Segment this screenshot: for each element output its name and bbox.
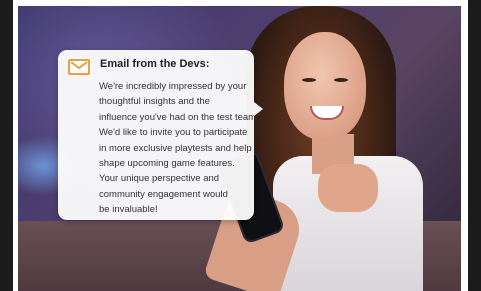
email-body-line: in more exclusive playtests and help	[99, 142, 252, 154]
scene-illustration: Email from the Devs: We're incredibly im…	[18, 6, 461, 291]
email-body-line: Your unique perspective and	[99, 173, 220, 185]
character-hand	[318, 164, 378, 212]
bubble-tail	[254, 102, 263, 116]
email-body-line: We'd like to invite you to participate	[99, 127, 248, 139]
left-eye	[302, 78, 316, 82]
email-body: We're incredibly impressed by your thoug…	[99, 79, 257, 218]
smile	[310, 106, 344, 120]
right-eye	[334, 78, 348, 82]
email-body-line: thoughtful insights and the	[99, 96, 210, 108]
envelope-icon	[68, 59, 90, 75]
email-body-line: community engagement would	[99, 188, 228, 200]
character-face	[284, 32, 366, 140]
email-body-line: We're incredibly impressed by your	[99, 81, 247, 92]
email-dialog-bubble[interactable]: Email from the Devs: We're incredibly im…	[58, 50, 257, 220]
email-body-line: be invaluable!	[99, 204, 158, 216]
email-body-line: shape upcoming game features.	[99, 158, 235, 170]
email-body-line: influence you've had on the test team	[99, 111, 257, 123]
email-title: Email from the Devs:	[100, 58, 210, 70]
